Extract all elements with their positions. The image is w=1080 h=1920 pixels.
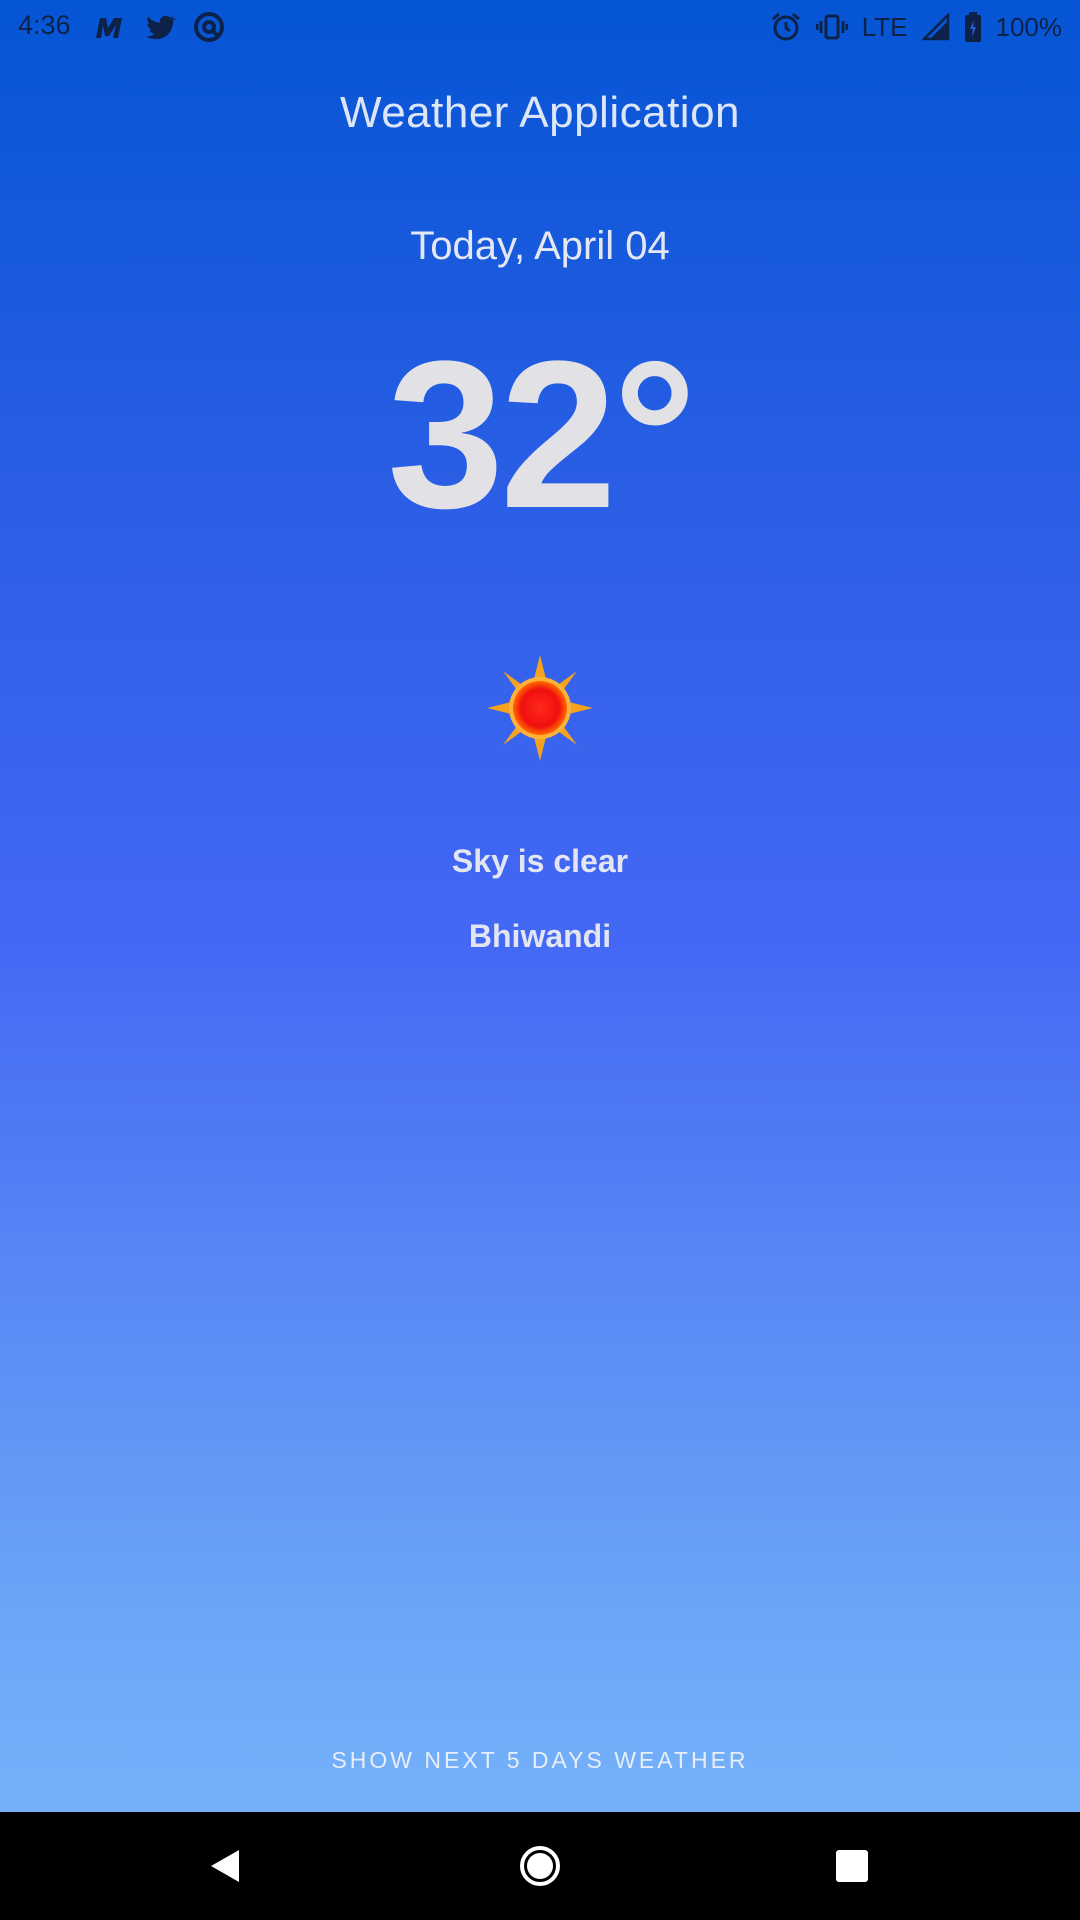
date-label: Today, April 04: [410, 224, 670, 268]
network-label: LTE: [861, 11, 908, 42]
back-icon[interactable]: [195, 1836, 255, 1896]
recents-icon[interactable]: [822, 1836, 882, 1896]
system-status: LTE 100%: [770, 10, 1062, 44]
temperature: 32°: [387, 317, 697, 552]
show-next-days-button[interactable]: SHOW NEXT 5 DAYS WEATHER: [300, 1735, 780, 1785]
status-time: 4:36: [18, 10, 71, 40]
app-background: [0, 0, 1080, 1812]
home-icon[interactable]: [510, 1836, 570, 1896]
twitter-icon: [142, 10, 178, 44]
signal-icon: [921, 13, 950, 41]
status-bar: 4:36 LTE 100%: [0, 0, 1080, 54]
sync-icon: [192, 10, 226, 44]
battery-icon: [964, 11, 982, 43]
myntra-icon: [92, 10, 128, 44]
battery-level: 100%: [995, 11, 1063, 42]
vibrate-icon: [815, 11, 848, 43]
alarm-icon: [770, 11, 802, 43]
city-name: Bhiwandi: [468, 918, 612, 954]
weather-screen: 4:36 LTE 100% Weather Application Today,…: [0, 0, 1080, 1920]
navigation-bar: [0, 1812, 1080, 1920]
sun-icon: [485, 653, 595, 763]
weather-condition: Sky is clear: [451, 843, 629, 879]
app-title: Weather Application: [339, 88, 741, 137]
